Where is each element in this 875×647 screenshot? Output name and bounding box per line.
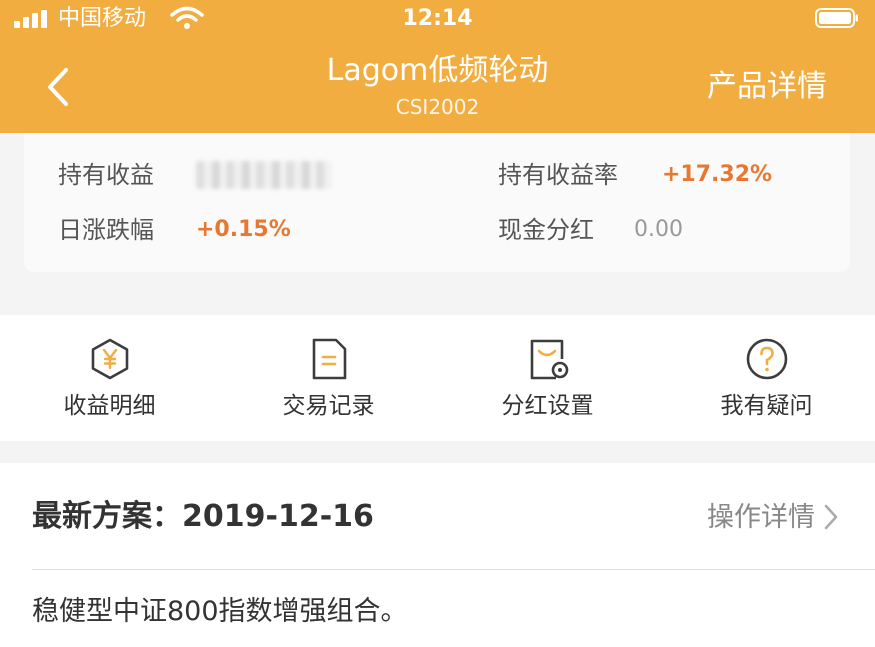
plan-heading-label: 最新方案： (32, 499, 182, 534)
shortcut-label: 我有疑问 (720, 393, 813, 419)
shortcut-label: 交易记录 (282, 393, 375, 419)
status-bar: 中国移动 12:14 (0, 0, 875, 40)
product-details-link[interactable]: 产品详情 (707, 68, 827, 106)
shortcut-label: 收益明细 (63, 393, 156, 419)
holding-profit-value-blurred (196, 161, 332, 189)
shortcut-label: 分红设置 (501, 393, 594, 419)
plan-description: 稳健型中证800指数增强组合。 (32, 596, 408, 627)
battery-icon (815, 8, 858, 28)
shortcut-income-details[interactable]: 收益明细 (0, 315, 219, 441)
holding-profit-rate-label: 持有收益率 (498, 161, 618, 189)
dividend-settings-icon (530, 339, 568, 380)
status-time: 12:14 (402, 6, 473, 31)
app-header: 中国移动 12:14 Lagom低频轮动 CSI2002 产品详情 (0, 0, 875, 133)
shortcut-transaction-records[interactable]: 交易记录 (219, 315, 438, 441)
shortcut-grid: 收益明细 交易记录 分红设置 我有疑问 (0, 315, 875, 441)
plan-heading: 最新方案：2019-12-16 (32, 497, 374, 537)
shortcut-dividend-settings[interactable]: 分红设置 (438, 315, 657, 441)
document-icon (312, 338, 346, 380)
yen-hexagon-icon (91, 338, 128, 380)
divider (32, 569, 875, 570)
shortcut-questions[interactable]: 我有疑问 (657, 315, 875, 441)
cash-dividend-value: 0.00 (634, 217, 683, 242)
chevron-right-icon (824, 504, 838, 530)
holding-profit-rate-value: +17.32% (662, 162, 773, 187)
holding-summary-card (24, 133, 850, 272)
latest-plan-section: 最新方案：2019-12-16 操作详情 稳健型中证800指数增强组合。 (0, 463, 875, 647)
holding-profit-label: 持有收益 (58, 161, 154, 189)
cash-dividend-label: 现金分红 (498, 216, 594, 244)
plan-date: 2019-12-16 (182, 499, 374, 534)
operation-details-link[interactable]: 操作详情 (707, 499, 839, 537)
question-circle-icon (746, 338, 787, 380)
operation-details-label: 操作详情 (707, 502, 815, 533)
daily-change-label: 日涨跌幅 (58, 216, 154, 244)
daily-change-value: +0.15% (196, 217, 291, 242)
